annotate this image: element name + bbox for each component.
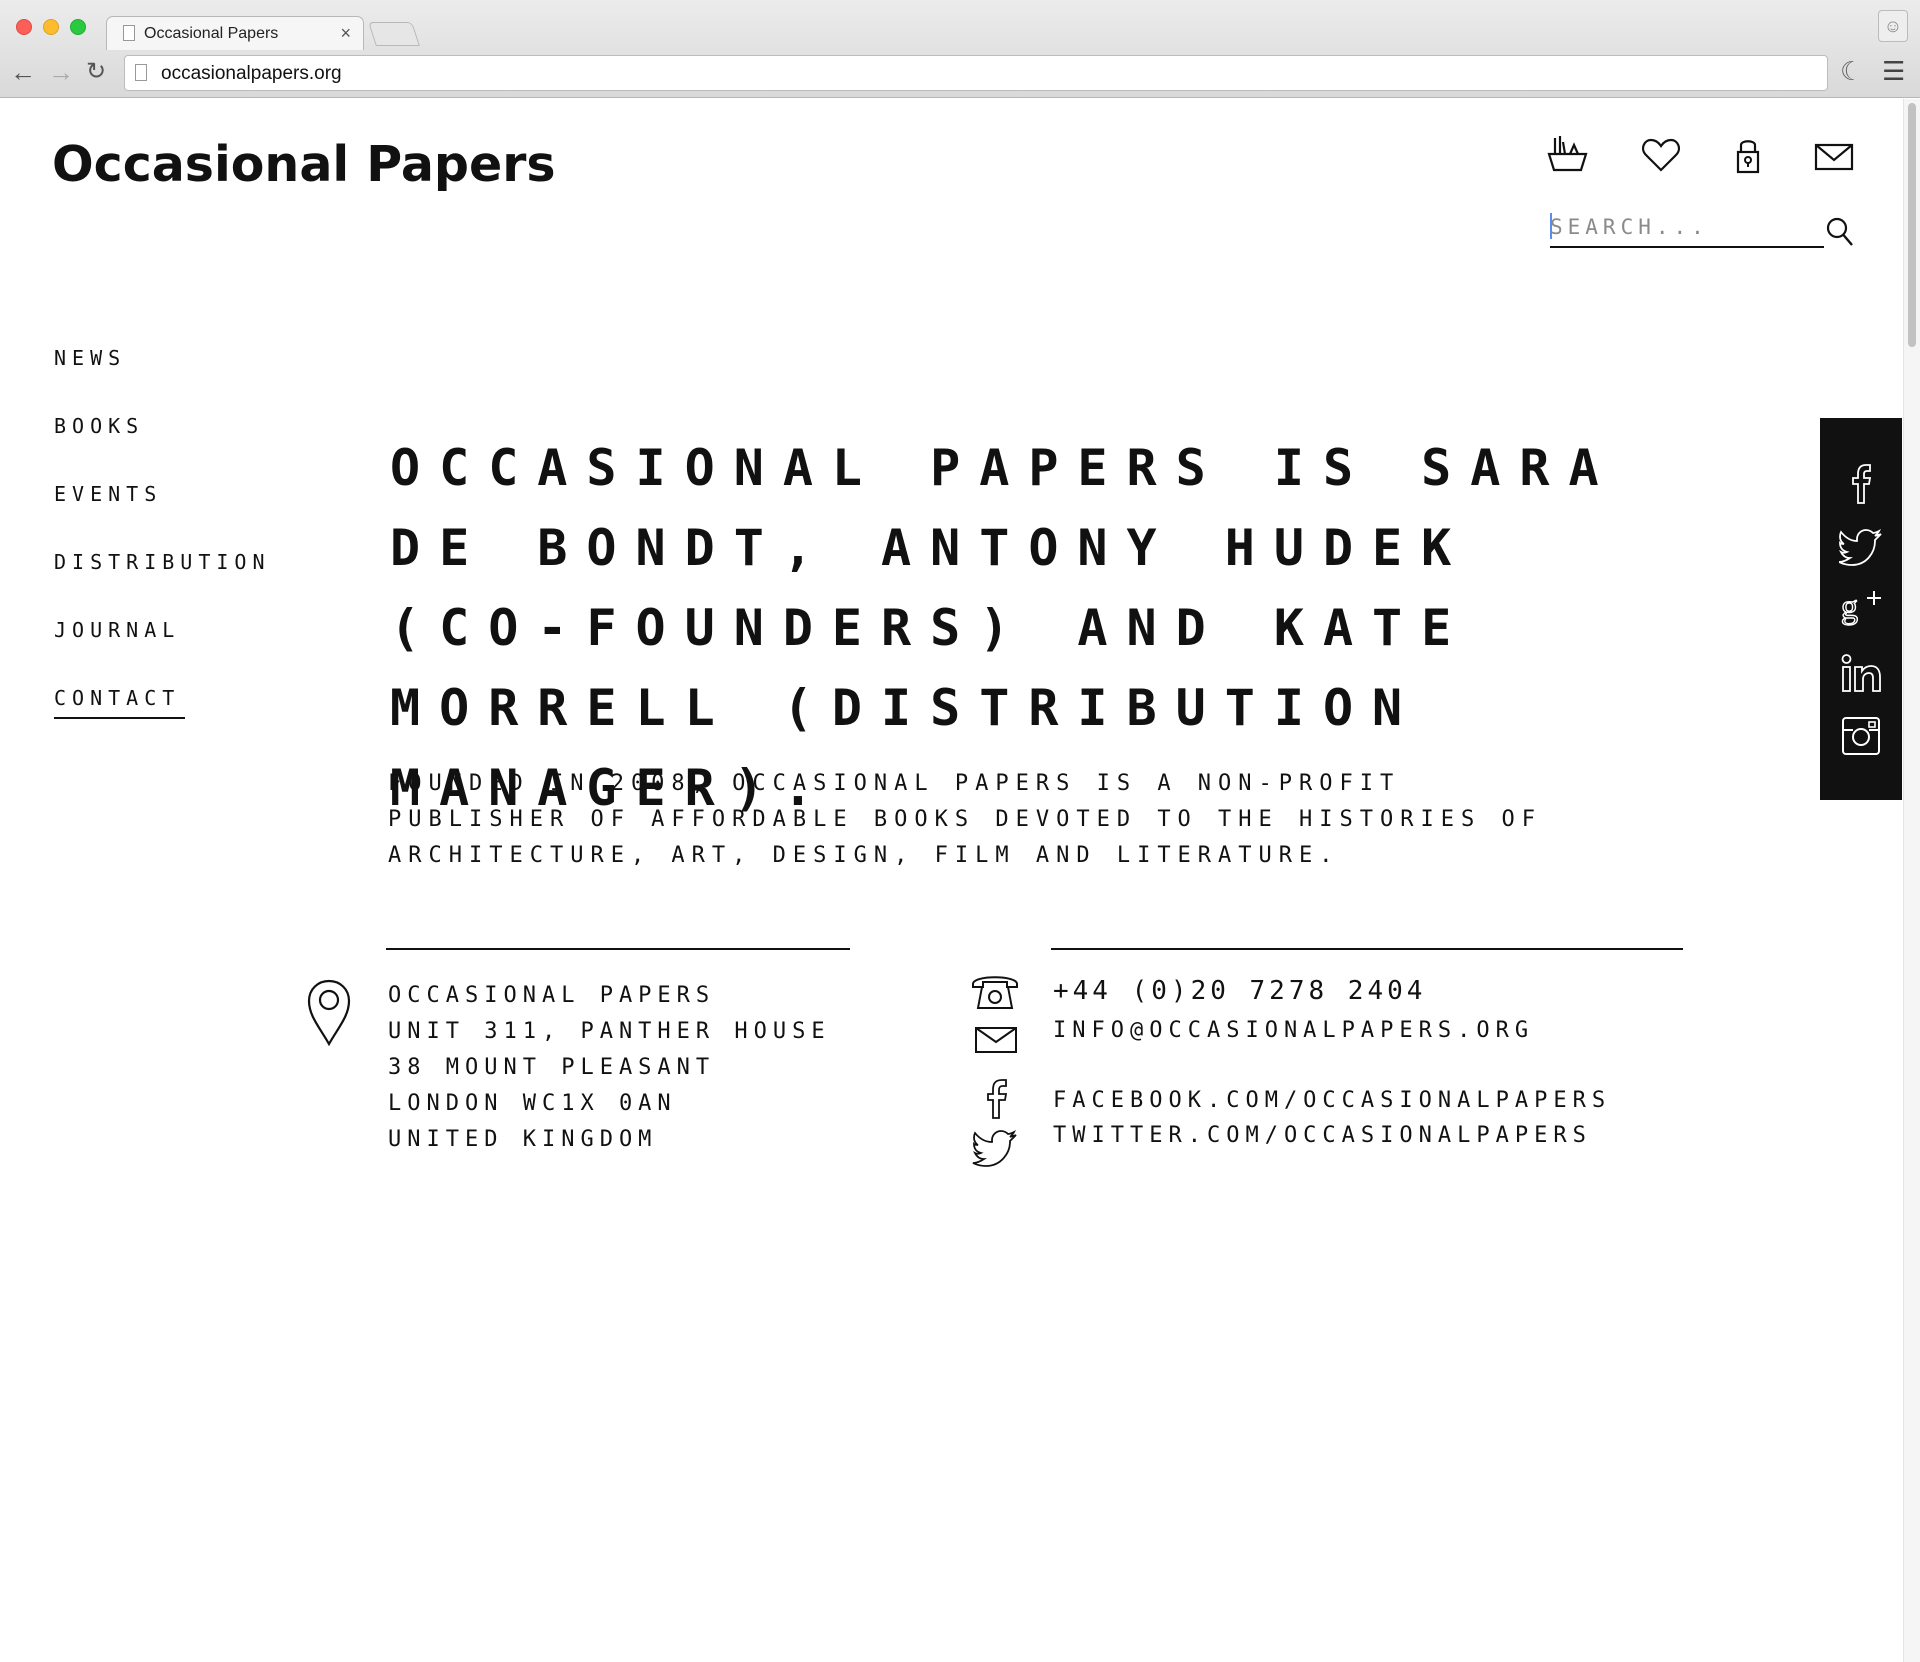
twitter-icon[interactable] [1839,526,1883,570]
site-logo[interactable]: Occasional Papers [52,136,556,193]
address-bar[interactable]: occasionalpapers.org [124,55,1828,91]
close-window-button[interactable] [16,19,32,35]
address-line: UNIT 311, PANTHER HOUSE [388,1019,831,1044]
facebook-link[interactable]: FACEBOOK.COM/OCCASIONALPAPERS [1053,1086,1611,1116]
facebook-icon [987,1079,1008,1119]
forward-icon[interactable]: → [48,57,74,87]
header-icons [1546,134,1858,178]
phone-number[interactable]: +44 (0)20 7278 2404 [1053,976,1426,1006]
zoom-window-button[interactable] [70,19,86,35]
page-icon [123,25,135,41]
nav-item-books[interactable]: BOOKS [54,414,271,438]
email-link[interactable]: INFO@OCCASIONALPAPERS.ORG [1053,1016,1534,1046]
nav-item-distribution[interactable]: DISTRIBUTION [54,550,271,574]
address-line: UNITED KINGDOM [388,1127,658,1152]
menu-icon[interactable]: ☰ [1882,56,1905,87]
minimize-window-button[interactable] [43,19,59,35]
text-cursor [1550,213,1552,239]
back-icon[interactable]: ← [10,57,36,87]
main-nav: NEWS BOOKS EVENTS DISTRIBUTION JOURNAL C… [54,346,271,766]
location-pin-icon [307,979,351,1047]
moon-icon[interactable]: ☾ [1840,56,1863,87]
mail-icon [975,1027,1017,1053]
reload-icon[interactable]: ↻ [86,57,106,87]
telephone-icon [972,976,1018,1009]
basket-icon[interactable] [1546,134,1590,178]
address-line: OCCASIONAL PAPERS [388,983,716,1008]
address-line: LONDON WC1X 0AN [388,1091,677,1116]
nav-item-events[interactable]: EVENTS [54,482,271,506]
browser-tab[interactable]: Occasional Papers × [106,16,364,50]
address-line: 38 MOUNT PLEASANT [388,1055,716,1080]
linkedin-icon[interactable] [1839,652,1883,696]
nav-item-contact[interactable]: CONTACT [54,686,185,719]
facebook-icon[interactable] [1839,462,1883,506]
intro-text: FOUNDED IN 2008, OCCASIONAL PAPERS IS A … [388,771,1542,868]
twitter-link[interactable]: TWITTER.COM/OCCASIONALPAPERS [1053,1121,1592,1151]
google-plus-icon[interactable]: g [1839,588,1883,632]
search-input[interactable] [1550,210,1820,244]
profile-icon[interactable]: ☺ [1878,10,1908,42]
page-icon [135,64,147,81]
scrollbar[interactable] [1903,99,1920,1662]
twitter-icon [972,1129,1017,1167]
browser-chrome: Occasional Papers × ☺ ← → ↻ occasionalpa… [0,0,1920,98]
new-tab-button[interactable] [368,22,420,46]
scrollbar-thumb[interactable] [1908,103,1916,347]
search-box [1550,210,1824,248]
lock-icon[interactable] [1726,134,1770,178]
social-sidebar: g [1820,418,1902,800]
divider [1051,948,1683,950]
tab-close-button[interactable]: × [340,23,351,44]
postal-address: OCCASIONAL PAPERS UNIT 311, PANTHER HOUS… [388,978,831,1158]
mail-icon[interactable] [1812,134,1856,178]
search-icon[interactable] [1824,214,1854,248]
instagram-icon[interactable] [1839,714,1883,758]
svg-text:g: g [1841,589,1858,626]
url-text: occasionalpapers.org [161,63,342,84]
heart-icon[interactable] [1639,134,1683,178]
tab-title: Occasional Papers [144,25,279,42]
nav-item-news[interactable]: NEWS [54,346,271,370]
divider [386,948,850,950]
nav-item-journal[interactable]: JOURNAL [54,618,271,642]
